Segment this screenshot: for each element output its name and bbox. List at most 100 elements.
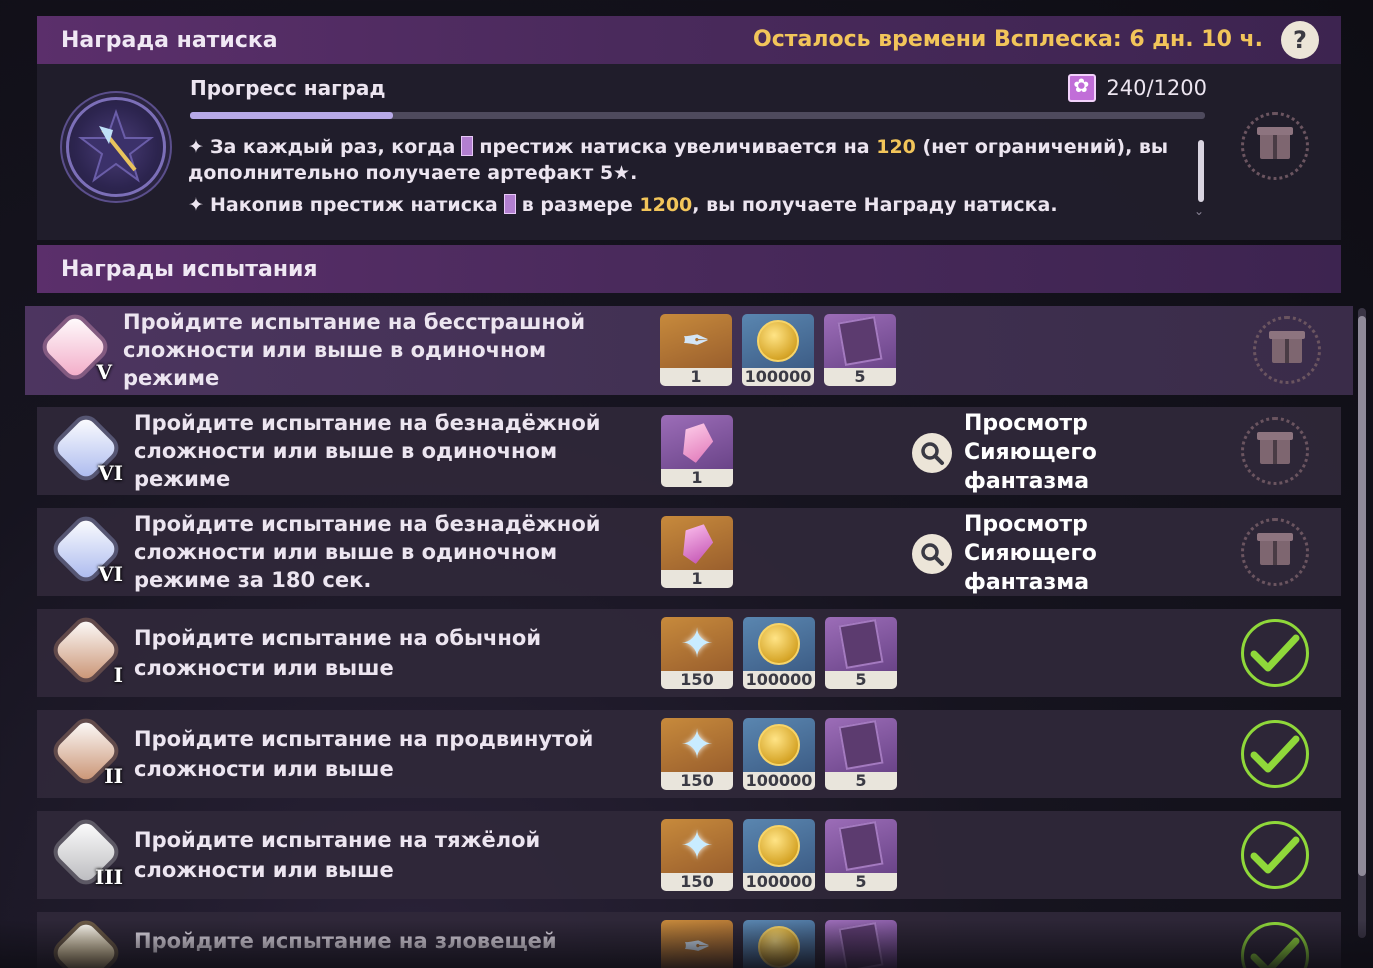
- difficulty-emblem-icon: [51, 920, 123, 968]
- trial-reward-row: Пройдите испытание на зловещей ✒: [37, 912, 1341, 968]
- progress-bar: [190, 112, 1205, 119]
- reward-quantity: 150: [661, 772, 733, 790]
- list-scrollbar-thumb[interactable]: [1358, 316, 1366, 876]
- emblem-tier-label: VI: [98, 461, 123, 485]
- reward-item[interactable]: 5: [824, 314, 896, 386]
- trial-condition-text: Пройдите испытание на безнадёжной сложно…: [134, 411, 601, 491]
- mora-coin-icon: [743, 617, 815, 671]
- difficulty-emblem-icon: I: [51, 617, 123, 689]
- reward-quantity: 100000: [743, 873, 815, 891]
- view-phantasm-button[interactable]: Просмотр Сияющего фантазма: [912, 409, 1114, 496]
- mora-coin-icon: [743, 920, 815, 968]
- chevron-down-icon: ⌄: [1194, 204, 1205, 218]
- trial-condition-text: Пройдите испытание на безнадёжной сложно…: [134, 512, 601, 592]
- claim-gift-button[interactable]: [1241, 417, 1309, 485]
- reward-progress-panel: Прогресс наград 240/1200 ✦ За каждый раз,…: [37, 64, 1341, 240]
- book-icon: [825, 718, 897, 772]
- rules-scrollbar[interactable]: [1198, 140, 1204, 202]
- rule2-part-b: в размере: [521, 194, 633, 216]
- prestige-gem-icon: [1068, 74, 1097, 102]
- reward-quantity: 5: [825, 873, 897, 891]
- primogem-icon: ✦: [661, 819, 733, 873]
- mora-coin-icon: [743, 819, 815, 873]
- difficulty-emblem-icon: II: [51, 718, 123, 790]
- rule-text-1: ✦ За каждый раз, когда престиж натиска уве…: [188, 134, 1188, 186]
- reward-quantity: 5: [825, 772, 897, 790]
- book-icon: [825, 920, 897, 968]
- rule1-part-a: За каждый раз, когда: [210, 136, 456, 158]
- rule-text-2: ✦ Накопив престиж натиска в размере 1200, …: [188, 192, 1188, 218]
- reward-quantity: 100000: [742, 368, 814, 386]
- trial-condition-text: Пройдите испытание на зловещей: [134, 929, 557, 953]
- reward-item[interactable]: 5: [825, 718, 897, 790]
- reward-item[interactable]: [743, 920, 815, 968]
- reward-item[interactable]: 1: [661, 516, 733, 588]
- trial-reward-row: I Пройдите испытание на обычной сложности…: [37, 609, 1341, 697]
- book-icon: [825, 819, 897, 873]
- quill-icon: ✒: [661, 920, 733, 968]
- quill-star-icon: [78, 108, 154, 183]
- checkmark-icon: [1250, 735, 1300, 773]
- claim-gift-button[interactable]: [1241, 518, 1309, 586]
- reward-item[interactable]: ✦ 150: [661, 819, 733, 891]
- reward-item[interactable]: 100000: [743, 718, 815, 790]
- reward-item[interactable]: 100000: [743, 819, 815, 891]
- mora-coin-icon: [742, 314, 814, 368]
- checkmark-icon: [1250, 634, 1300, 672]
- emblem-shape: [53, 617, 119, 683]
- sparkle-icon: ✦: [188, 136, 204, 158]
- claimed-check-button[interactable]: [1241, 720, 1309, 788]
- claimed-check-button[interactable]: [1241, 619, 1309, 687]
- claimed-check-button[interactable]: [1241, 821, 1309, 889]
- help-button[interactable]: ?: [1281, 21, 1319, 59]
- reward-quantity: 150: [661, 671, 733, 689]
- view-phantasm-label: Просмотр Сияющего фантазма: [964, 512, 1097, 595]
- trial-reward-row: III Пройдите испытание на тяжёлой сложнос…: [37, 811, 1341, 899]
- emblem-tier-label: III: [94, 865, 123, 889]
- trial-condition-text: Пройдите испытание на тяжёлой сложности …: [134, 828, 541, 882]
- prestige-gem-icon: [503, 194, 516, 214]
- magnifier-icon: [912, 533, 952, 574]
- reward-quantity: 5: [825, 671, 897, 689]
- reward-quantity: 1: [661, 469, 733, 487]
- reward-item[interactable]: ✒ 1: [660, 314, 732, 386]
- reward-item[interactable]: ✦ 150: [661, 617, 733, 689]
- reward-item[interactable]: 1: [661, 415, 733, 487]
- gift-icon: [1257, 127, 1293, 159]
- progress-gift-button[interactable]: [1241, 112, 1309, 180]
- reward-quantity: 5: [824, 368, 896, 386]
- reward-item[interactable]: 100000: [743, 617, 815, 689]
- emblem-tier-label: VI: [98, 562, 123, 586]
- rule1-part-b: престиж натиска увеличивается на: [479, 136, 870, 158]
- progress-bar-fill: [190, 112, 393, 119]
- difficulty-emblem-icon: VI: [51, 516, 123, 588]
- reward-item[interactable]: 5: [825, 819, 897, 891]
- reward-item[interactable]: 100000: [742, 314, 814, 386]
- rule2-highlight: 1200: [639, 194, 693, 216]
- reward-quantity: 100000: [743, 671, 815, 689]
- quill-icon: ✒: [660, 314, 732, 368]
- list-scrollbar[interactable]: [1358, 308, 1366, 938]
- checkmark-icon: [1250, 836, 1300, 874]
- emblem-shape: [53, 920, 119, 968]
- trial-reward-row: II Пройдите испытание на продвинутой слож…: [37, 710, 1341, 798]
- trial-condition-text: Пройдите испытание на бесстрашной сложно…: [123, 310, 586, 390]
- reward-item[interactable]: ✒: [661, 920, 733, 968]
- trial-header-title: Награды испытания: [61, 256, 318, 282]
- claimed-check-button[interactable]: [1241, 922, 1309, 968]
- magnifier-icon: [912, 432, 952, 473]
- reward-quantity: 100000: [743, 772, 815, 790]
- book-icon: [824, 314, 896, 368]
- primogem-icon: ✦: [661, 718, 733, 772]
- reward-item[interactable]: [825, 920, 897, 968]
- reward-item[interactable]: ✦ 150: [661, 718, 733, 790]
- trial-condition-text: Пройдите испытание на обычной сложности …: [134, 626, 542, 680]
- checkmark-icon: [1250, 937, 1300, 968]
- progress-count: 240/1200: [1068, 74, 1207, 102]
- difficulty-emblem-icon: V: [40, 314, 112, 386]
- reward-item[interactable]: 5: [825, 617, 897, 689]
- flame-crystal-icon: [661, 516, 733, 570]
- view-phantasm-button[interactable]: Просмотр Сияющего фантазма: [912, 510, 1114, 597]
- claim-gift-button[interactable]: [1253, 316, 1321, 384]
- book-icon: [825, 617, 897, 671]
